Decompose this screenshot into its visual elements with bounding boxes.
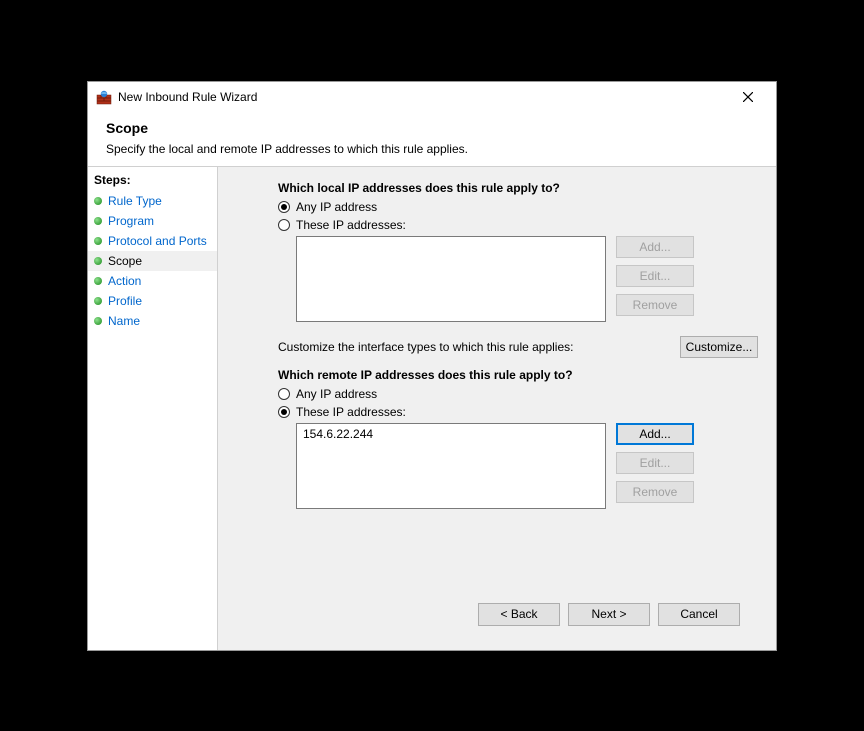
page-header: Scope Specify the local and remote IP ad… xyxy=(88,112,776,166)
step-label: Scope xyxy=(108,254,142,268)
local-ip-listbox[interactable] xyxy=(296,236,606,322)
close-button[interactable] xyxy=(728,83,768,111)
remote-edit-button[interactable]: Edit... xyxy=(616,452,694,474)
steps-sidebar: Steps: Rule Type Program Protocol and Port… xyxy=(88,167,218,650)
remote-add-button[interactable]: Add... xyxy=(616,423,694,445)
wizard-footer: < Back Next > Cancel xyxy=(278,591,758,640)
remote-ip-section: Which remote IP addresses does this rule… xyxy=(278,368,758,509)
remote-any-radio-row[interactable]: Any IP address xyxy=(278,387,758,401)
sidebar-step-rule-type[interactable]: Rule Type xyxy=(88,191,217,211)
back-button[interactable]: < Back xyxy=(478,603,560,626)
local-any-label: Any IP address xyxy=(296,200,377,214)
page-heading: Scope xyxy=(106,120,758,136)
local-add-button[interactable]: Add... xyxy=(616,236,694,258)
local-edit-button[interactable]: Edit... xyxy=(616,265,694,287)
wizard-body: Steps: Rule Type Program Protocol and Port… xyxy=(88,166,776,650)
sidebar-step-action[interactable]: Action xyxy=(88,271,217,291)
close-icon xyxy=(743,92,753,102)
step-bullet-icon xyxy=(94,197,102,205)
step-bullet-icon xyxy=(94,237,102,245)
remote-these-label: These IP addresses: xyxy=(296,405,406,419)
local-these-label: These IP addresses: xyxy=(296,218,406,232)
local-question: Which local IP addresses does this rule … xyxy=(278,181,758,195)
page-description: Specify the local and remote IP addresse… xyxy=(106,142,758,156)
local-these-radio[interactable] xyxy=(278,219,290,231)
list-item[interactable]: 154.6.22.244 xyxy=(301,426,601,442)
local-remove-button[interactable]: Remove xyxy=(616,294,694,316)
local-these-radio-row[interactable]: These IP addresses: xyxy=(278,218,758,232)
local-any-radio[interactable] xyxy=(278,201,290,213)
remote-question: Which remote IP addresses does this rule… xyxy=(278,368,758,382)
sidebar-step-scope[interactable]: Scope xyxy=(88,251,217,271)
step-label: Action xyxy=(108,274,141,288)
step-label: Profile xyxy=(108,294,142,308)
step-label: Rule Type xyxy=(108,194,162,208)
sidebar-step-profile[interactable]: Profile xyxy=(88,291,217,311)
firewall-icon xyxy=(96,89,112,105)
titlebar: New Inbound Rule Wizard xyxy=(88,82,776,112)
step-bullet-icon xyxy=(94,217,102,225)
next-button[interactable]: Next > xyxy=(568,603,650,626)
remote-ip-listbox[interactable]: 154.6.22.244 xyxy=(296,423,606,509)
step-bullet-icon xyxy=(94,297,102,305)
remote-these-radio[interactable] xyxy=(278,406,290,418)
step-label: Program xyxy=(108,214,154,228)
remote-remove-button[interactable]: Remove xyxy=(616,481,694,503)
sidebar-step-protocol-and-ports[interactable]: Protocol and Ports xyxy=(88,231,217,251)
local-ip-section: Which local IP addresses does this rule … xyxy=(278,181,758,322)
cancel-button[interactable]: Cancel xyxy=(658,603,740,626)
customize-text: Customize the interface types to which t… xyxy=(278,340,573,354)
step-bullet-icon xyxy=(94,277,102,285)
sidebar-step-name[interactable]: Name xyxy=(88,311,217,331)
window-title: New Inbound Rule Wizard xyxy=(118,90,728,104)
remote-any-label: Any IP address xyxy=(296,387,377,401)
step-label: Protocol and Ports xyxy=(108,234,207,248)
wizard-window: New Inbound Rule Wizard Scope Specify th… xyxy=(87,81,777,651)
customize-row: Customize the interface types to which t… xyxy=(278,336,758,358)
remote-these-radio-row[interactable]: These IP addresses: xyxy=(278,405,758,419)
step-bullet-icon xyxy=(94,317,102,325)
step-label: Name xyxy=(108,314,140,328)
content-pane: Which local IP addresses does this rule … xyxy=(218,167,776,650)
steps-header: Steps: xyxy=(88,167,217,191)
sidebar-step-program[interactable]: Program xyxy=(88,211,217,231)
local-any-radio-row[interactable]: Any IP address xyxy=(278,200,758,214)
step-bullet-icon xyxy=(94,257,102,265)
remote-any-radio[interactable] xyxy=(278,388,290,400)
customize-button[interactable]: Customize... xyxy=(680,336,758,358)
